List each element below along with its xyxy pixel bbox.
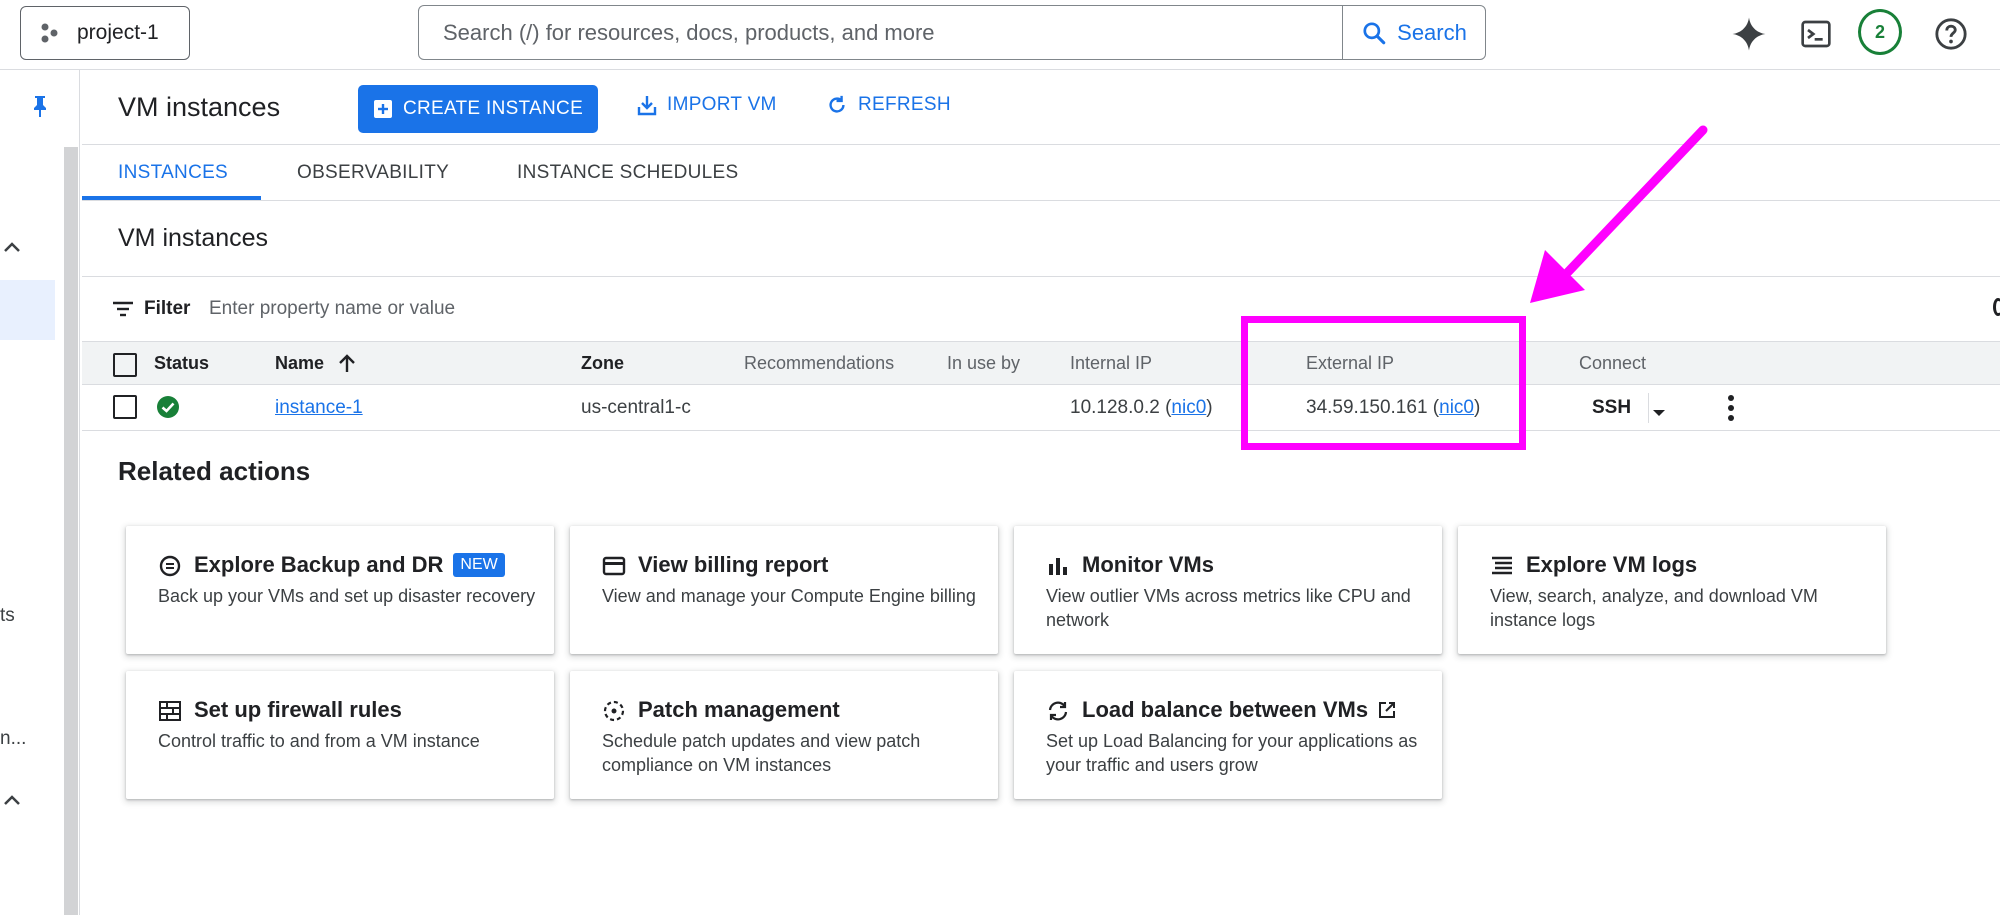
refresh-button[interactable]: REFRESH bbox=[826, 94, 951, 116]
card-title: Explore Backup and DR NEW bbox=[194, 552, 505, 578]
column-header-internal-ip[interactable]: Internal IP bbox=[1070, 353, 1152, 374]
pin-icon[interactable] bbox=[30, 94, 50, 123]
cloud-shell-terminal-icon[interactable] bbox=[1794, 12, 1838, 56]
instance-zone: us-central1-c bbox=[581, 397, 691, 418]
patch-icon bbox=[603, 700, 625, 722]
logs-icon bbox=[1492, 556, 1512, 575]
column-header-connect[interactable]: Connect bbox=[1579, 353, 1646, 374]
bar-chart-icon bbox=[1049, 558, 1067, 575]
refresh-icon bbox=[829, 95, 845, 113]
ssh-dropdown-arrow-icon[interactable] bbox=[1652, 404, 1666, 422]
tab-bar: INSTANCES OBSERVABILITY INSTANCE SCHEDUL… bbox=[82, 145, 2000, 201]
search-icon bbox=[1363, 21, 1386, 44]
card-description: View, search, analyze, and download VM i… bbox=[1490, 586, 1818, 630]
help-icon[interactable] bbox=[1929, 12, 1973, 56]
card-patch-management[interactable]: Patch management Schedule patch updates … bbox=[570, 671, 998, 799]
project-picker-button[interactable]: project-1 bbox=[20, 6, 190, 60]
card-description: Back up your VMs and set up disaster rec… bbox=[158, 586, 536, 606]
notification-count-badge: 2 bbox=[1858, 9, 1902, 55]
search-button-label: Search bbox=[1397, 19, 1467, 45]
card-title: Patch management bbox=[638, 697, 840, 722]
internal-ip-cell: 10.128.0.2 (nic0) bbox=[1070, 397, 1213, 418]
select-all-checkbox[interactable] bbox=[113, 353, 137, 377]
open-in-new-icon bbox=[1379, 702, 1396, 718]
instance-name-link[interactable]: instance-1 bbox=[275, 397, 363, 419]
table-header-row: Status Name Zone Recommendations In use … bbox=[82, 341, 2000, 385]
status-running-icon bbox=[156, 395, 180, 424]
filter-bar: Filter bbox=[82, 277, 2000, 341]
row-checkbox[interactable] bbox=[113, 395, 137, 419]
table-row: instance-1 us-central1-c 10.128.0.2 (nic… bbox=[82, 385, 2000, 431]
partial-column-settings-icon[interactable] bbox=[1993, 298, 2000, 316]
card-title-text: Explore Backup and DR bbox=[194, 552, 444, 577]
filter-list-icon[interactable] bbox=[112, 300, 134, 323]
filter-label[interactable]: Filter bbox=[144, 298, 190, 320]
card-description: View outlier VMs across metrics like CPU… bbox=[1046, 586, 1411, 630]
tab-instance-schedules[interactable]: INSTANCE SCHEDULES bbox=[517, 162, 738, 184]
sort-ascending-icon[interactable] bbox=[336, 352, 358, 379]
tab-observability[interactable]: OBSERVABILITY bbox=[297, 162, 449, 184]
create-instance-button[interactable]: CREATE INSTANCE bbox=[358, 85, 598, 133]
divider bbox=[1648, 393, 1649, 423]
rail-partial-label[interactable]: n... bbox=[0, 728, 26, 750]
firewall-icon bbox=[159, 701, 181, 721]
rail-partial-label[interactable]: ts bbox=[0, 605, 15, 627]
card-explore-backup-dr[interactable]: Explore Backup and DR NEW Back up your VM… bbox=[126, 526, 554, 654]
card-description: View and manage your Compute Engine bill… bbox=[602, 586, 976, 606]
add-box-icon bbox=[373, 100, 392, 118]
filter-input[interactable] bbox=[209, 291, 809, 327]
gemini-sparkle-icon[interactable] bbox=[1727, 12, 1771, 56]
card-explore-vm-logs[interactable]: Explore VM logs View, search, analyze, a… bbox=[1458, 526, 1886, 654]
card-set-up-firewall-rules[interactable]: Set up firewall rules Control traffic to… bbox=[126, 671, 554, 799]
project-name: project-1 bbox=[77, 21, 159, 44]
card-description: Schedule patch updates and view patch co… bbox=[602, 731, 921, 775]
load-balance-icon bbox=[1048, 701, 1068, 721]
card-description: Set up Load Balancing for your applicati… bbox=[1046, 731, 1418, 775]
more-options-icon[interactable] bbox=[1727, 394, 1735, 427]
section-title: VM instances bbox=[118, 224, 269, 252]
card-title: Explore VM logs bbox=[1526, 552, 1698, 577]
card-load-balance-between-vms[interactable]: Load balance between VMs Set up Load Bal… bbox=[1014, 671, 1442, 799]
column-header-in-use-by[interactable]: In use by bbox=[947, 353, 1020, 374]
card-view-billing-report[interactable]: View billing report View and manage your… bbox=[570, 526, 998, 654]
active-tab-indicator bbox=[82, 196, 261, 200]
card-title-text: Load balance between VMs bbox=[1082, 697, 1369, 722]
column-header-recommendations[interactable]: Recommendations bbox=[744, 353, 894, 374]
collapse-chevron-icon[interactable] bbox=[2, 240, 22, 259]
card-title: View billing report bbox=[638, 552, 829, 577]
page-title: VM instances bbox=[118, 92, 281, 122]
backup-icon bbox=[159, 555, 181, 577]
card-monitor-vms[interactable]: Monitor VMs View outlier VMs across metr… bbox=[1014, 526, 1442, 654]
card-title: Load balance between VMs bbox=[1082, 697, 1396, 723]
internal-ip-value: 10.128.0.2 bbox=[1070, 397, 1160, 418]
left-rail-scrollbar[interactable] bbox=[64, 147, 78, 915]
search-box: Search bbox=[418, 5, 1486, 60]
rail-selected-highlight bbox=[0, 280, 55, 340]
import-vm-button[interactable]: IMPORT VM bbox=[637, 94, 777, 116]
refresh-label: REFRESH bbox=[858, 94, 951, 115]
collapse-chevron-icon[interactable] bbox=[2, 793, 22, 812]
project-nodes-icon bbox=[41, 23, 58, 43]
create-instance-label: CREATE INSTANCE bbox=[402, 98, 584, 119]
notifications-avatar[interactable]: 2 bbox=[1858, 9, 1902, 55]
search-button[interactable]: Search bbox=[1342, 6, 1485, 59]
card-title: Set up firewall rules bbox=[194, 697, 402, 722]
new-badge: NEW bbox=[453, 553, 505, 577]
search-input[interactable] bbox=[419, 6, 1342, 59]
column-header-status[interactable]: Status bbox=[154, 353, 209, 374]
internal-nic-link[interactable]: nic0 bbox=[1171, 397, 1206, 418]
column-header-name[interactable]: Name bbox=[275, 353, 324, 374]
card-title: Monitor VMs bbox=[1082, 552, 1214, 577]
billing-icon bbox=[602, 556, 626, 576]
import-vm-label: IMPORT VM bbox=[667, 94, 777, 115]
ssh-button[interactable]: SSH bbox=[1592, 397, 1631, 419]
related-actions-title: Related actions bbox=[118, 456, 311, 486]
column-header-zone[interactable]: Zone bbox=[581, 353, 624, 374]
import-icon bbox=[637, 96, 657, 116]
page-header: VM instances CREATE INSTANCE IMPORT VM R… bbox=[82, 70, 2000, 145]
tab-instances[interactable]: INSTANCES bbox=[118, 162, 228, 184]
top-bar: project-1 Search 2 bbox=[0, 0, 2000, 70]
card-description: Control traffic to and from a VM instanc… bbox=[158, 731, 480, 751]
highlight-annotation-box bbox=[1241, 316, 1526, 450]
